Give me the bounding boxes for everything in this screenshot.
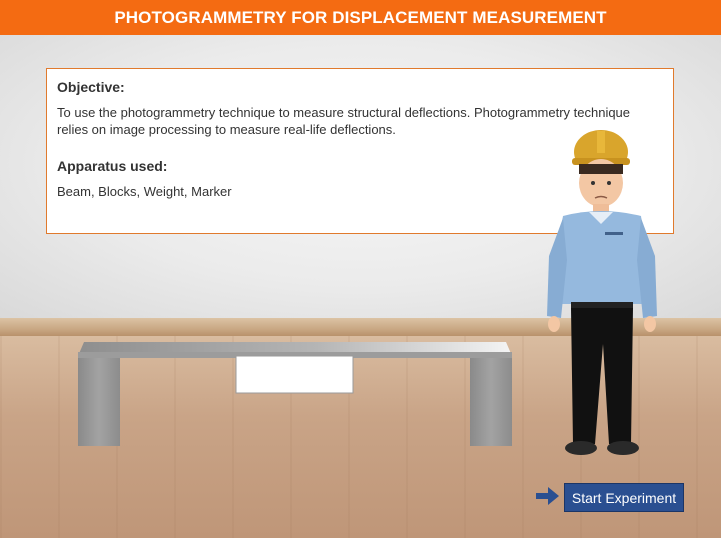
objective-heading: Objective: xyxy=(57,79,125,95)
arrow-right-icon xyxy=(536,487,559,505)
left-block xyxy=(78,358,120,446)
page-title: PHOTOGRAMMETRY FOR DISPLACEMENT MEASUREM… xyxy=(114,7,607,27)
weight-box xyxy=(235,355,354,394)
engineer-character xyxy=(547,130,657,455)
beam-apparatus xyxy=(78,342,512,446)
start-experiment-button[interactable]: Start Experiment xyxy=(564,483,684,512)
right-block xyxy=(470,358,512,446)
app-title-bar: PHOTOGRAMMETRY FOR DISPLACEMENT MEASUREM… xyxy=(0,0,721,35)
